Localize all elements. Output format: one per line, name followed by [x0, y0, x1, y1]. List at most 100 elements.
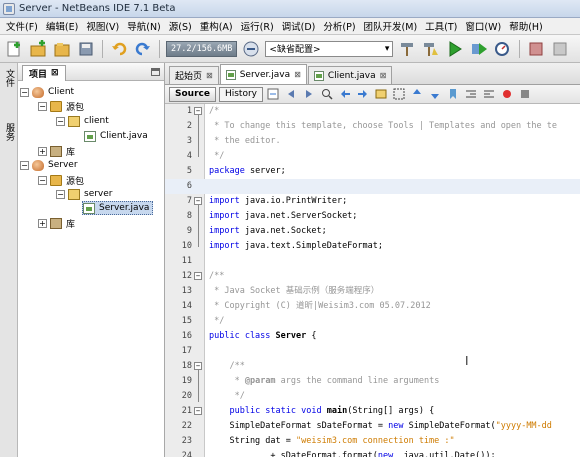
menu-tools[interactable]: 工具(T) — [421, 19, 461, 33]
shift-left-icon[interactable] — [464, 87, 479, 102]
code-line[interactable]: 18− /** — [165, 359, 580, 374]
code-line[interactable]: 17 — [165, 344, 580, 359]
tree-node-source-packages[interactable]: − 源包 — [38, 99, 84, 113]
code-line[interactable]: 1−/* — [165, 104, 580, 119]
menu-help[interactable]: 帮助(H) — [505, 19, 547, 33]
tree-node-libraries[interactable]: + 库 — [38, 216, 75, 230]
menu-file[interactable]: 文件(F) — [2, 19, 42, 33]
menu-navigate[interactable]: 导航(N) — [123, 19, 165, 33]
run-button[interactable] — [445, 39, 465, 59]
code-line[interactable]: 20 */ — [165, 389, 580, 404]
close-icon[interactable]: ⊠ — [206, 71, 213, 80]
shift-right-icon[interactable] — [482, 87, 497, 102]
configuration-select[interactable]: <缺省配置> ▾ — [265, 40, 394, 57]
tab-server-java[interactable]: Server.java ⊠ — [219, 64, 307, 84]
code-line[interactable]: 6 — [165, 179, 580, 194]
tree-node-package-server[interactable]: − server — [56, 187, 113, 201]
tree-node-client-java[interactable]: Client.java — [84, 129, 148, 143]
collapse-icon[interactable]: − — [56, 116, 65, 126]
gc-button[interactable] — [241, 39, 261, 59]
history-mode-button[interactable]: History — [218, 86, 263, 102]
code-line[interactable]: 7− import java.io.PrintWriter; — [165, 194, 580, 209]
menu-run[interactable]: 运行(R) — [237, 19, 278, 33]
code-line[interactable]: 3 * the editor. — [165, 134, 580, 149]
close-icon[interactable]: ⊠ — [380, 71, 387, 80]
toggle-bookmark-icon[interactable] — [446, 87, 461, 102]
stop-button[interactable] — [526, 39, 546, 59]
last-edit-icon[interactable] — [266, 87, 281, 102]
search-icon[interactable] — [320, 87, 335, 102]
find-previous-icon[interactable] — [338, 87, 353, 102]
tab-start-page[interactable]: 起始页 ⊠ — [169, 66, 219, 84]
collapse-icon[interactable]: − — [56, 189, 65, 199]
new-file-button[interactable] — [4, 39, 24, 59]
collapse-icon[interactable]: − — [38, 175, 47, 185]
profile-button[interactable] — [493, 39, 513, 59]
fold-toggle-icon[interactable]: − — [194, 362, 202, 370]
source-mode-button[interactable]: Source — [169, 86, 216, 102]
tree-node-server-project[interactable]: − Server — [20, 158, 78, 172]
code-line[interactable]: 19 * @param args the command line argume… — [165, 374, 580, 389]
new-project-button[interactable] — [28, 39, 48, 59]
code-line[interactable]: 15 */ — [165, 314, 580, 329]
previous-bookmark-icon[interactable] — [410, 87, 425, 102]
tree-node-package-client[interactable]: − client — [56, 114, 109, 128]
forward-icon[interactable] — [302, 87, 317, 102]
open-project-button[interactable] — [52, 39, 72, 59]
menu-team[interactable]: 团队开发(M) — [360, 19, 422, 33]
macro-record-icon[interactable] — [500, 87, 515, 102]
rect-select-icon[interactable] — [392, 87, 407, 102]
close-icon[interactable]: ⊠ — [294, 70, 301, 79]
code-line[interactable]: 24 + sDateFormat.format(new java.util.Da… — [165, 449, 580, 457]
menu-refactor[interactable]: 重构(A) — [196, 19, 237, 33]
tab-projects[interactable]: 项目 ⊠ — [22, 64, 66, 81]
pause-button[interactable] — [550, 39, 570, 59]
code-line[interactable]: 5 package server; — [165, 164, 580, 179]
fold-toggle-icon[interactable]: − — [194, 107, 202, 115]
menu-debug[interactable]: 调试(D) — [278, 19, 320, 33]
code-line[interactable]: 13 * Java Socket 基础示例（服务端程序） — [165, 284, 580, 299]
save-all-button[interactable] — [76, 39, 96, 59]
menu-view[interactable]: 视图(V) — [82, 19, 123, 33]
code-line[interactable]: 8 import java.net.ServerSocket; — [165, 209, 580, 224]
tree-node-server-java[interactable]: Server.java — [82, 201, 154, 215]
code-line[interactable]: 14 * Copyright (C) 道昕|Weisim3.com 05.07.… — [165, 299, 580, 314]
undo-button[interactable] — [109, 39, 129, 59]
expand-icon[interactable]: + — [38, 218, 47, 228]
code-line[interactable]: 21− public static void main(String[] arg… — [165, 404, 580, 419]
collapse-icon[interactable]: − — [20, 160, 29, 170]
close-icon[interactable]: ⊠ — [51, 68, 59, 78]
code-line[interactable]: 4 */ — [165, 149, 580, 164]
tree-node-client-project[interactable]: − Client — [20, 85, 74, 99]
expand-icon[interactable]: + — [38, 146, 47, 156]
menu-source[interactable]: 源(S) — [165, 19, 196, 33]
code-line[interactable]: 12−/** — [165, 269, 580, 284]
next-bookmark-icon[interactable] — [428, 87, 443, 102]
redo-button[interactable] — [133, 39, 153, 59]
tab-client-java[interactable]: Client.java ⊠ — [307, 66, 393, 84]
code-editor[interactable]: 1−/* 2 * To change this template, choose … — [165, 104, 580, 457]
code-line[interactable]: 16 public class Server { — [165, 329, 580, 344]
code-line[interactable]: 11 — [165, 254, 580, 269]
collapse-icon[interactable]: − — [20, 87, 29, 97]
code-line[interactable]: 2 * To change this template, choose Tool… — [165, 119, 580, 134]
menu-profile[interactable]: 分析(P) — [319, 19, 359, 33]
clean-build-button[interactable] — [421, 39, 441, 59]
tree-node-libraries[interactable]: + 库 — [38, 144, 75, 158]
code-line[interactable]: 9 import java.net.Socket; — [165, 224, 580, 239]
code-line[interactable]: 22 SimpleDateFormat sDateFormat = new Si… — [165, 419, 580, 434]
collapse-icon[interactable]: − — [38, 101, 47, 111]
strip-tab-files[interactable]: 文件 — [2, 69, 16, 87]
minimize-icon[interactable] — [151, 67, 160, 76]
debug-button[interactable] — [469, 39, 489, 59]
code-line[interactable]: 23 String dat = "weisim3.com connection … — [165, 434, 580, 449]
fold-toggle-icon[interactable]: − — [194, 407, 202, 415]
macro-stop-icon[interactable] — [518, 87, 533, 102]
find-next-icon[interactable] — [356, 87, 371, 102]
menu-edit[interactable]: 编辑(E) — [42, 19, 82, 33]
menu-window[interactable]: 窗口(W) — [461, 19, 505, 33]
back-icon[interactable] — [284, 87, 299, 102]
tree-node-source-packages[interactable]: − 源包 — [38, 173, 84, 187]
memory-usage-meter[interactable]: 27.2/156.6MB — [166, 40, 238, 57]
fold-toggle-icon[interactable]: − — [194, 197, 202, 205]
